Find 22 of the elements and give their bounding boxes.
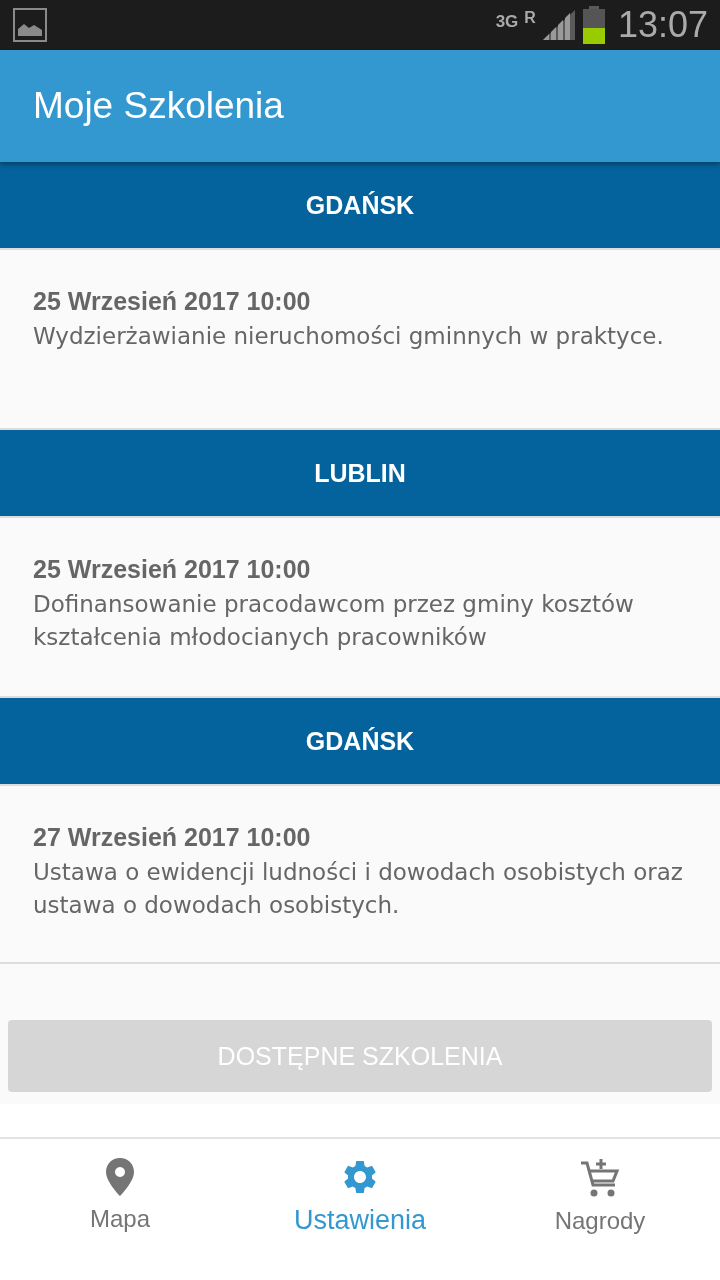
city-name: GDAŃSK [305, 190, 415, 220]
training-title: Dofinansowanie pracodawcom przez gminy kosztów kształcenia młodocianych pracowników [33, 590, 635, 652]
training-date: 27 Wrzesień 2017 10:00 [33, 822, 312, 852]
city-name: LUBLIN [314, 458, 406, 488]
nav-tab[interactable]: Ustawienia [240, 1139, 480, 1280]
app-title: Moje Szkolenia [33, 85, 284, 127]
map-pin-icon [105, 1157, 135, 1197]
cart-plus-icon [579, 1157, 621, 1199]
signal-icon [541, 9, 576, 41]
training-item[interactable]: 27 Wrzesień 2017 10:00 Ustawa o ewidencji ludności i dowodach osobistych oraz ustawa o dowodach osobistych. [0, 784, 720, 964]
training-title: Ustawa o ewidencji ludności i dowodach osobistych oraz ustawa o dowodach osobistych. [33, 858, 684, 920]
nav-tab[interactable]: Mapa [0, 1139, 240, 1280]
roaming-indicator: R [524, 9, 536, 27]
training-date: 25 Wrzesień 2017 10:00 [33, 554, 312, 584]
clock: 13:07 [617, 4, 708, 46]
training-title: Wydzierżawianie nieruchomości gminnych w praktyce. [33, 322, 665, 351]
city-name: GDAŃSK [305, 726, 415, 756]
nav-tab[interactable]: Nagrody [480, 1139, 720, 1280]
battery-icon [581, 6, 606, 44]
network-type: 3G [495, 12, 519, 32]
image-icon [12, 7, 48, 43]
training-date: 25 Wrzesień 2017 10:00 [33, 286, 312, 316]
